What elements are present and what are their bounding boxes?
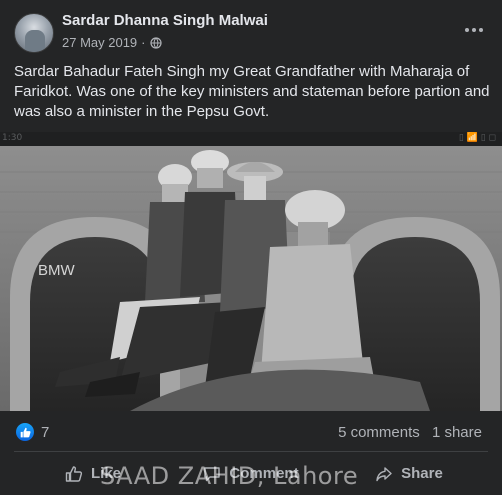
meta-separator: · [141, 35, 146, 50]
more-dot [465, 28, 469, 32]
comments-count[interactable]: 5 comments [338, 424, 420, 441]
thumbs-up-icon [65, 465, 83, 482]
avatar-figure [25, 30, 45, 52]
post-header: Sardar Dhanna Singh Malwai 27 May 2019 · [0, 0, 502, 60]
comment-label: Comment [229, 465, 299, 482]
globe-icon[interactable] [149, 36, 162, 49]
more-dot [472, 28, 476, 32]
share-button[interactable]: Share [330, 452, 488, 495]
comment-button[interactable]: Comment [172, 452, 330, 495]
like-button[interactable]: Like [14, 452, 172, 495]
action-bar: Like Comment Share [14, 452, 488, 495]
author-name[interactable]: Sardar Dhanna Singh Malwai [62, 12, 268, 29]
like-reaction-icon[interactable] [16, 423, 34, 441]
photo-top-strip: 1:30 ▯ 📶 ▯ ◻ [0, 132, 502, 146]
photo-watermark: BMW [38, 262, 75, 279]
post-date[interactable]: 27 May 2019 [62, 35, 137, 50]
more-horizontal-icon[interactable] [462, 18, 486, 42]
facebook-post-card: Sardar Dhanna Singh Malwai 27 May 2019 ·… [0, 0, 502, 495]
comment-icon [204, 466, 221, 481]
post-photo[interactable]: 1:30 ▯ 📶 ▯ ◻ BMW [0, 132, 502, 411]
author-avatar[interactable] [14, 13, 54, 53]
comments-shares: 5 comments 1 share [338, 424, 482, 441]
photo-top-right: ▯ 📶 ▯ ◻ [458, 133, 496, 143]
photo-scene [0, 146, 502, 411]
share-icon [376, 466, 392, 481]
post-meta: 27 May 2019 · [62, 35, 162, 50]
thumbs-up-glyph [20, 427, 31, 437]
shares-count[interactable]: 1 share [432, 424, 482, 441]
share-label: Share [401, 465, 443, 482]
reaction-count[interactable]: 7 [41, 424, 49, 441]
photo-top-left: 1:30 [2, 133, 23, 143]
more-dot [479, 28, 483, 32]
like-label: Like [90, 465, 121, 482]
post-text: Sardar Bahadur Fateh Singh my Great Gran… [14, 63, 490, 120]
